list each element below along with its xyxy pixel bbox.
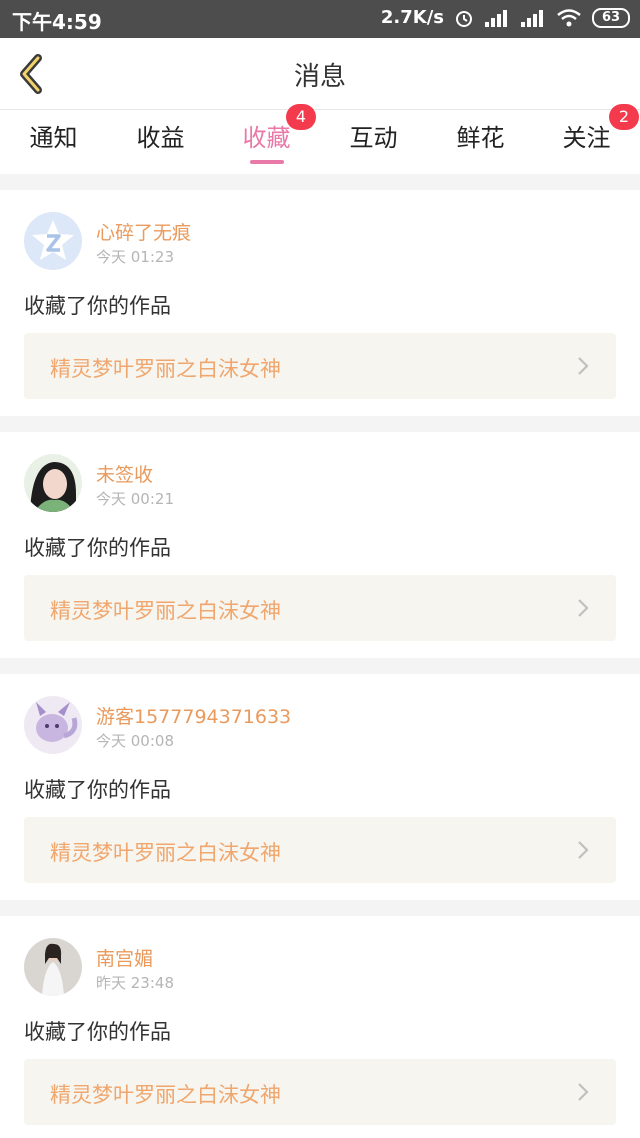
tab-label: 收益	[136, 124, 185, 152]
message-time: 今天 01:23	[96, 248, 174, 266]
user-photo-icon	[24, 696, 82, 754]
chevron-right-icon	[578, 841, 589, 859]
message-time: 今天 00:21	[96, 490, 174, 508]
status-time: 下午4:59	[12, 10, 102, 34]
alarm-icon	[456, 10, 472, 27]
message-card: 南宫媚 昨天 23:48 收藏了你的作品 精灵梦叶罗丽之白沫女神	[0, 916, 640, 1138]
tab-label: 通知	[29, 124, 78, 152]
message-action: 收藏了你的作品	[24, 536, 171, 560]
username[interactable]: 未签收	[96, 460, 153, 487]
tab-earnings[interactable]: 收益	[107, 110, 214, 174]
signal-icon	[485, 9, 507, 27]
chevron-right-icon	[578, 1083, 589, 1101]
page-title: 消息	[293, 62, 346, 92]
battery-level: 63	[601, 10, 621, 25]
active-tab-indicator	[250, 160, 284, 164]
chevron-right-icon	[578, 599, 589, 617]
tab-label: 收藏	[242, 124, 291, 152]
work-title: 精灵梦叶罗丽之白沫女神	[50, 599, 281, 623]
tab-flowers[interactable]: 鲜花	[427, 110, 534, 174]
tab-label: 鲜花	[456, 124, 505, 152]
message-time: 今天 00:08	[96, 732, 174, 750]
work-title: 精灵梦叶罗丽之白沫女神	[50, 1083, 281, 1107]
status-bar: 下午4:59 2.7K/s 63	[0, 0, 640, 38]
message-card: 游客1577794371633 今天 00:08 收藏了你的作品 精灵梦叶罗丽之…	[0, 674, 640, 900]
tab-badge: 2	[609, 104, 639, 130]
message-action: 收藏了你的作品	[24, 778, 171, 802]
network-speed: 2.7K/s	[380, 7, 444, 28]
work-link[interactable]: 精灵梦叶罗丽之白沫女神	[24, 575, 616, 641]
message-action: 收藏了你的作品	[24, 294, 171, 318]
user-photo-icon	[24, 454, 82, 512]
work-link[interactable]: 精灵梦叶罗丽之白沫女神	[24, 333, 616, 399]
default-avatar-icon	[24, 212, 82, 270]
work-title: 精灵梦叶罗丽之白沫女神	[50, 841, 281, 865]
tab-follows[interactable]: 关注 2	[533, 104, 640, 174]
work-link[interactable]: 精灵梦叶罗丽之白沫女神	[24, 817, 616, 883]
tab-notifications[interactable]: 通知	[0, 110, 107, 174]
wifi-icon	[557, 8, 581, 26]
tab-badge: 4	[286, 104, 316, 130]
signal-hd-icon	[521, 9, 543, 27]
avatar[interactable]	[24, 212, 82, 270]
app-header: 消息	[0, 38, 640, 110]
message-card: 心碎了无痕 今天 01:23 收藏了你的作品 精灵梦叶罗丽之白沫女神	[0, 190, 640, 416]
message-card: 未签收 今天 00:21 收藏了你的作品 精灵梦叶罗丽之白沫女神	[0, 432, 640, 658]
tab-favorites[interactable]: 收藏 4	[213, 104, 320, 174]
user-photo-icon	[24, 938, 82, 996]
avatar[interactable]	[24, 938, 82, 996]
tab-label: 关注	[562, 124, 611, 152]
tab-interactions[interactable]: 互动	[320, 110, 427, 174]
tab-label: 互动	[349, 124, 398, 152]
chevron-right-icon	[578, 357, 589, 375]
avatar[interactable]	[24, 454, 82, 512]
avatar[interactable]	[24, 696, 82, 754]
username[interactable]: 游客1577794371633	[96, 702, 291, 729]
username[interactable]: 心碎了无痕	[96, 218, 191, 245]
work-title: 精灵梦叶罗丽之白沫女神	[50, 357, 281, 381]
username[interactable]: 南宫媚	[96, 944, 153, 971]
battery-icon: 63	[592, 7, 630, 28]
tab-bar: 通知 收益 收藏 4 互动 鲜花 关注 2	[0, 104, 640, 174]
message-time: 昨天 23:48	[96, 974, 174, 992]
message-action: 收藏了你的作品	[24, 1020, 171, 1044]
work-link[interactable]: 精灵梦叶罗丽之白沫女神	[24, 1059, 616, 1125]
